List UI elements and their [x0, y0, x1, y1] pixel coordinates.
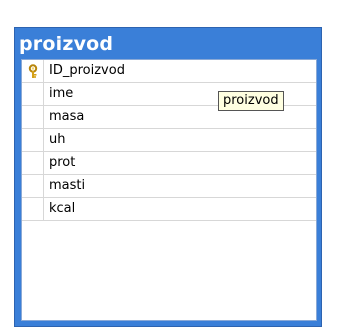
- row-selector[interactable]: [22, 129, 44, 151]
- row-selector[interactable]: [22, 198, 44, 220]
- row-selector[interactable]: [22, 106, 44, 128]
- column-name: masti: [49, 178, 86, 193]
- column-name: kcal: [49, 201, 76, 216]
- column-name: prot: [49, 155, 76, 170]
- key-icon: [28, 64, 38, 78]
- column-row[interactable]: prot: [22, 152, 316, 175]
- table-proizvod[interactable]: proizvod ID_proizvod ime masa uh prot ma…: [14, 27, 322, 327]
- row-selector[interactable]: [22, 60, 44, 82]
- column-row[interactable]: ID_proizvod: [22, 60, 316, 83]
- column-name: uh: [49, 132, 66, 147]
- column-name: ID_proizvod: [49, 63, 125, 78]
- row-selector[interactable]: [22, 175, 44, 197]
- column-name: ime: [49, 86, 74, 101]
- row-selector[interactable]: [22, 83, 44, 105]
- top-marker: ˇ: [172, 2, 176, 8]
- column-name: masa: [49, 109, 85, 124]
- column-row[interactable]: uh: [22, 129, 316, 152]
- tooltip: proizvod: [218, 91, 284, 111]
- table-title[interactable]: proizvod: [19, 31, 113, 57]
- row-selector[interactable]: [22, 152, 44, 174]
- column-row[interactable]: kcal: [22, 198, 316, 221]
- column-row[interactable]: masti: [22, 175, 316, 198]
- diagram-canvas: ˇ proizvod ID_proizvod ime masa uh prot …: [0, 0, 337, 332]
